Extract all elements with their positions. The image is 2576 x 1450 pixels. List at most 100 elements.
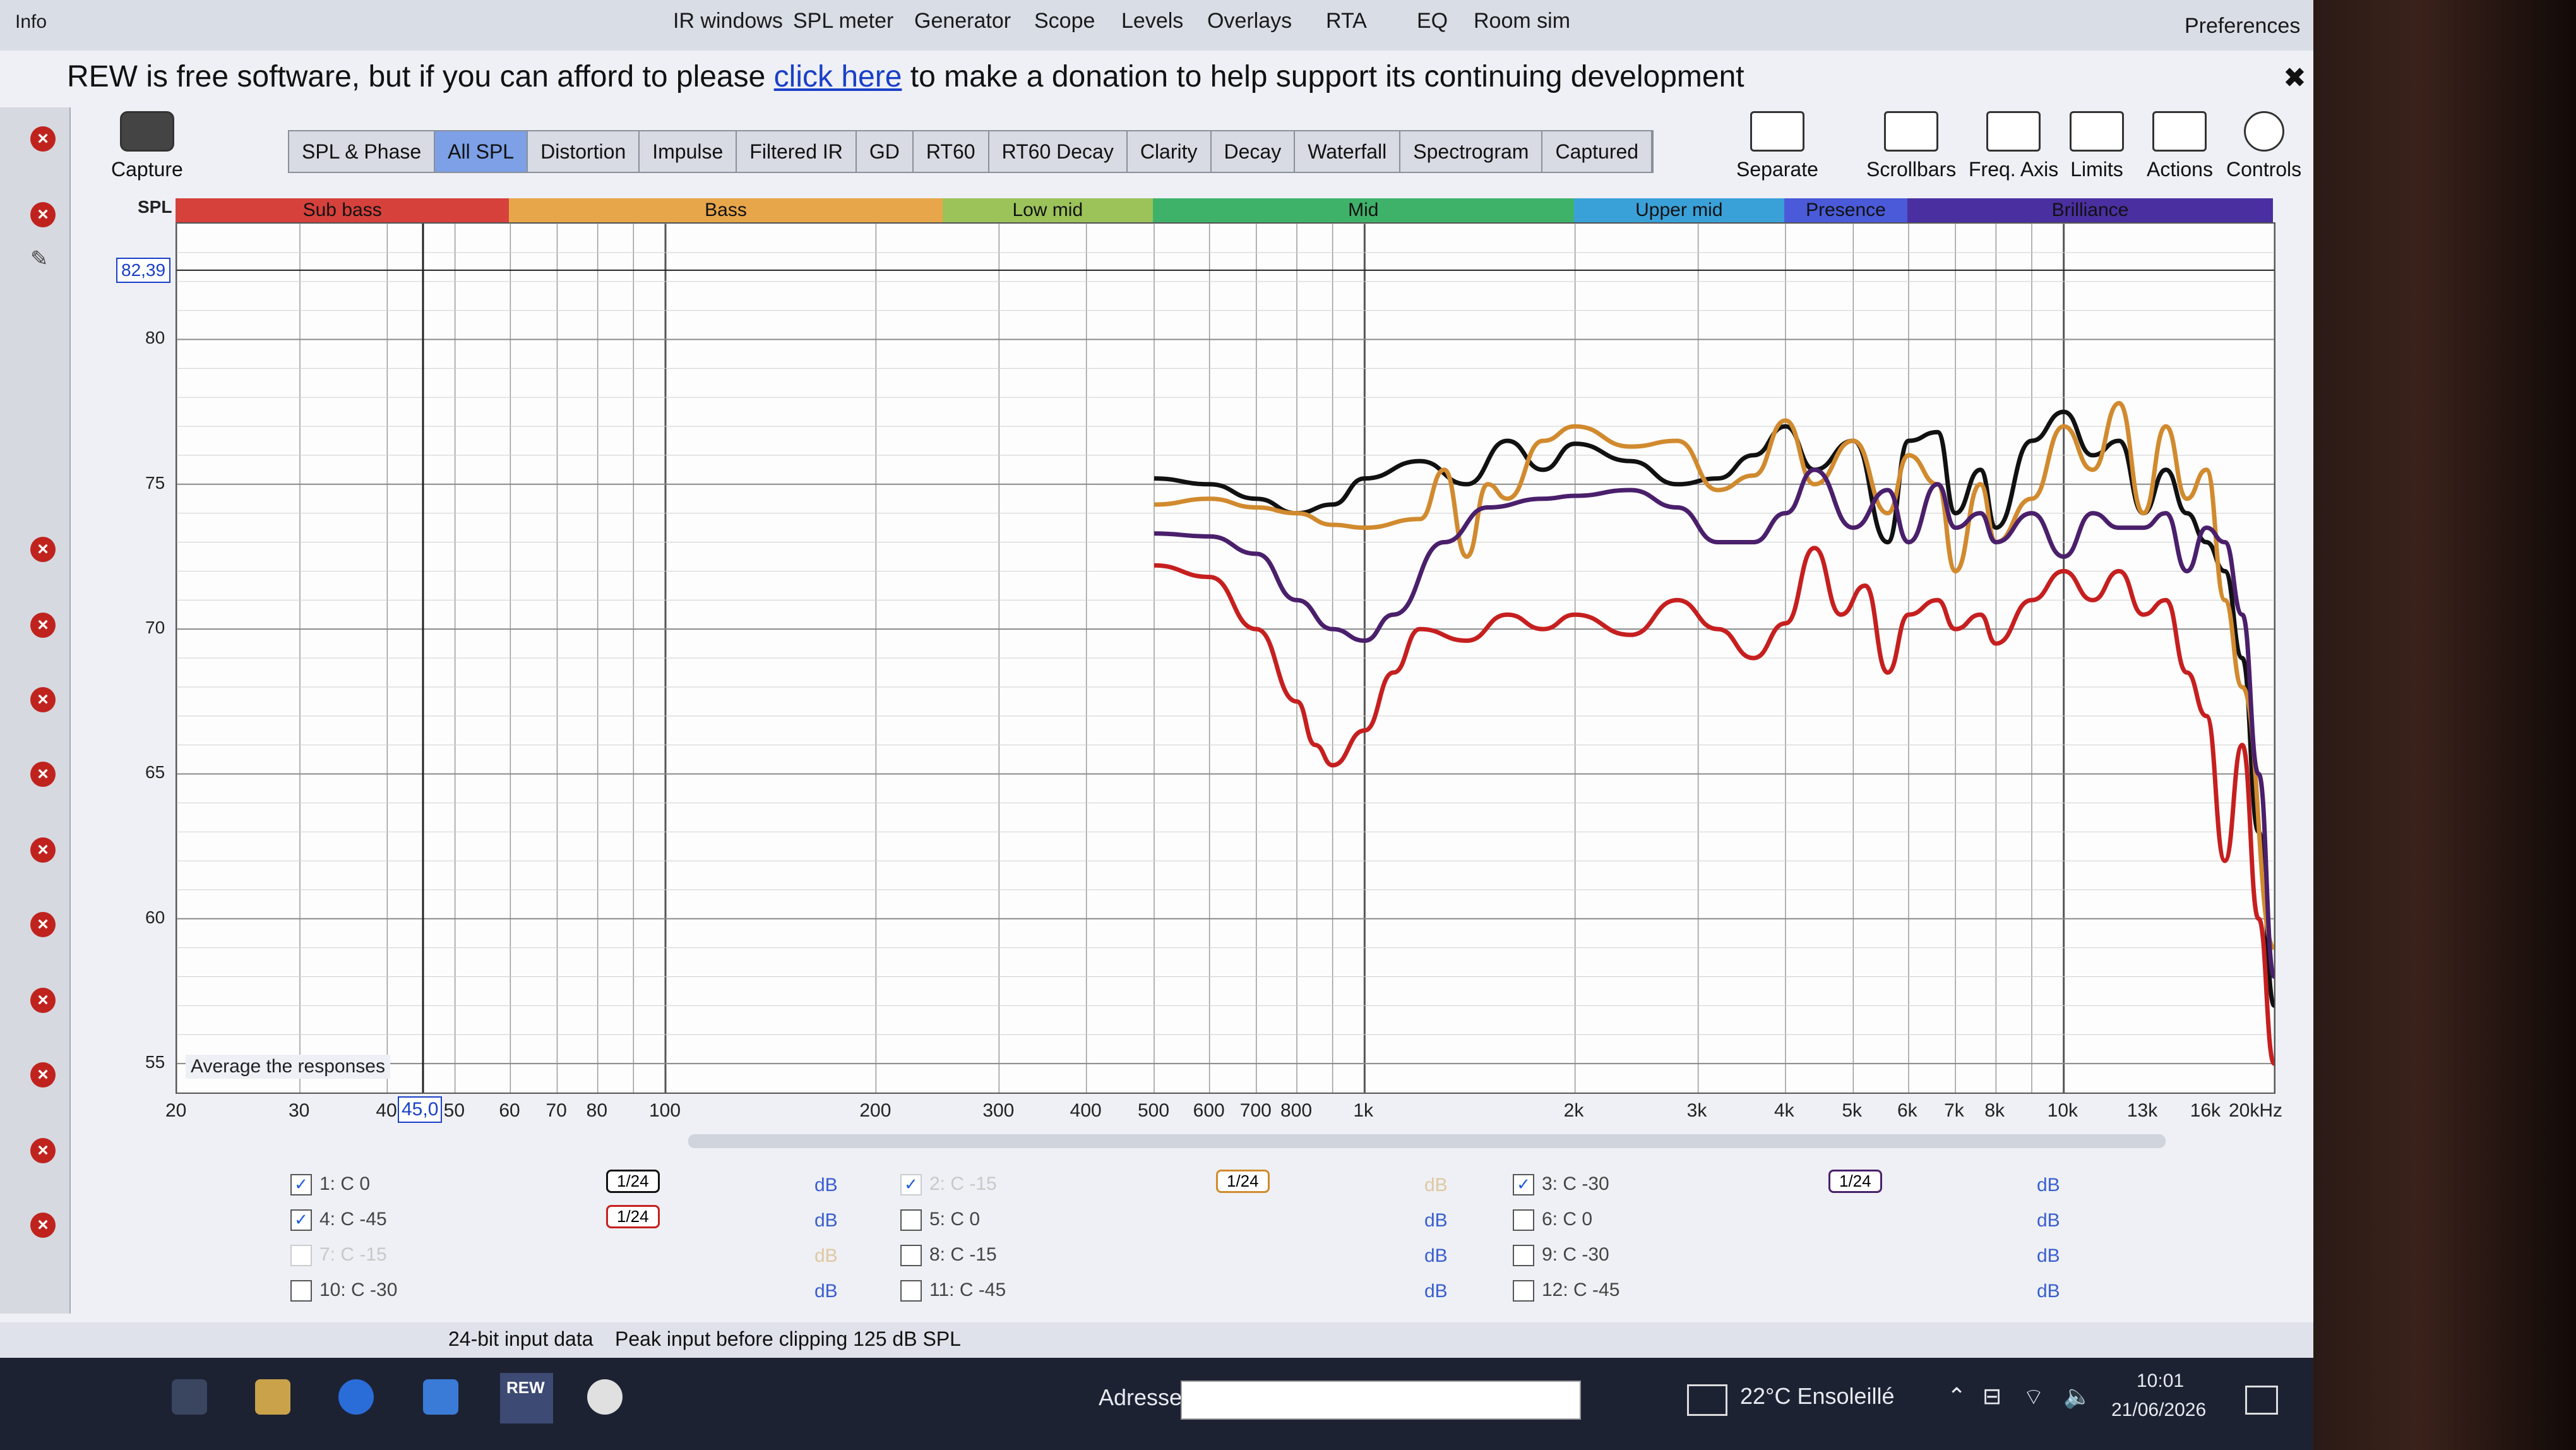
legend-measurement[interactable]: 11: C -45 [900, 1279, 1006, 1302]
legend-checkbox[interactable] [1513, 1209, 1534, 1231]
tab-rt60[interactable]: RT60 [914, 131, 989, 172]
legend-measurement[interactable]: 5: C 0 [900, 1209, 980, 1231]
menu-levels[interactable]: Levels [1121, 9, 1183, 33]
menu-room-sim[interactable]: Room sim [1474, 9, 1570, 33]
legend-measurement[interactable]: 12: C -45 [1513, 1279, 1619, 1302]
horizontal-scrollbar[interactable] [688, 1134, 2166, 1148]
legend-checkbox[interactable]: ✓ [290, 1209, 312, 1231]
tab-distortion[interactable]: Distortion [528, 131, 640, 172]
close-measurement-icon[interactable]: × [30, 537, 56, 562]
smoothing-badge[interactable]: 1/24 [606, 1170, 660, 1193]
pencil-icon[interactable]: ✎ [30, 246, 49, 272]
legend-measurement[interactable]: ✓ 2: C -15 [900, 1173, 997, 1196]
legend-measurement[interactable]: 9: C -30 [1513, 1244, 1609, 1267]
menu-scope[interactable]: Scope [1034, 9, 1095, 33]
close-measurement-icon[interactable]: × [30, 1062, 56, 1088]
tab-spectrogram[interactable]: Spectrogram [1400, 131, 1543, 172]
legend-checkbox[interactable] [290, 1280, 312, 1302]
smoothing-badge[interactable]: 1/24 [606, 1205, 660, 1228]
close-banner-button[interactable]: ✖ [2283, 62, 2306, 94]
calculator-icon[interactable] [423, 1379, 458, 1415]
actions-tool[interactable]: Actions [2147, 111, 2213, 181]
legend-checkbox[interactable] [290, 1245, 312, 1267]
tab-captured[interactable]: Captured [1542, 131, 1653, 172]
tab-clarity[interactable]: Clarity [1128, 131, 1212, 172]
legend-checkbox[interactable] [1513, 1280, 1534, 1302]
close-measurement-icon[interactable]: × [30, 837, 56, 863]
legend-measurement[interactable]: 10: C -30 [290, 1279, 397, 1302]
legend-measurement[interactable]: 7: C -15 [290, 1244, 387, 1267]
limits-tool[interactable]: Limits [2070, 111, 2124, 181]
capture-tool[interactable]: Capture [111, 111, 183, 181]
legend-measurement[interactable]: ✓ 4: C -45 [290, 1209, 387, 1231]
menu-overlays[interactable]: Overlays [1207, 9, 1292, 33]
legend-measurement[interactable]: 6: C 0 [1513, 1209, 1592, 1231]
x-tick-label: 3k [1686, 1100, 1707, 1121]
edge-icon[interactable] [338, 1379, 374, 1415]
menu-info[interactable]: Info [15, 11, 47, 33]
controls-tool[interactable]: Controls [2226, 111, 2301, 181]
separate-tool[interactable]: Separate [1736, 111, 1818, 181]
address-input[interactable] [1181, 1381, 1581, 1420]
tab-spl-phase[interactable]: SPL & Phase [289, 131, 436, 172]
task-view-icon[interactable] [172, 1379, 207, 1415]
weather-text[interactable]: 22°C Ensoleillé [1740, 1383, 1895, 1410]
menu-rta[interactable]: RTA [1326, 9, 1367, 33]
smoothing-badge[interactable]: 1/24 [1828, 1170, 1882, 1193]
freq-axis-tool[interactable]: Freq. Axis [1969, 111, 2058, 181]
close-measurement-icon[interactable]: × [30, 126, 56, 152]
legend-checkbox[interactable]: ✓ [1513, 1174, 1534, 1196]
tab-all-spl[interactable]: All SPL [435, 131, 528, 172]
tab-waterfall[interactable]: Waterfall [1295, 131, 1401, 172]
wifi-icon[interactable]: ⌔ [2023, 1383, 2044, 1411]
cursor-y-readout: 82,39 [116, 258, 171, 283]
close-measurement-icon[interactable]: × [30, 762, 56, 787]
spl-plot[interactable] [176, 222, 2275, 1094]
tab-impulse[interactable]: Impulse [640, 131, 737, 172]
tab-rt60-decay[interactable]: RT60 Decay [989, 131, 1128, 172]
average-responses-label: Average the responses [186, 1055, 390, 1079]
notification-icon[interactable] [2245, 1386, 2278, 1415]
app-circle-icon[interactable] [587, 1379, 623, 1415]
spl-curve-2 [1154, 467, 2274, 980]
legend-db-label: dB [814, 1210, 838, 1231]
legend-checkbox[interactable] [900, 1280, 922, 1302]
tray-chevron-icon[interactable]: ⌃ [1947, 1383, 1966, 1410]
menu-preferences[interactable]: Preferences [2185, 14, 2300, 39]
close-measurement-icon[interactable]: × [30, 1138, 56, 1163]
network-icon[interactable]: ⊟ [1983, 1383, 2001, 1410]
menu-eq[interactable]: EQ [1417, 9, 1448, 33]
legend-checkbox[interactable] [900, 1209, 922, 1231]
y-axis-title: SPL [138, 197, 172, 217]
tab-filtered-ir[interactable]: Filtered IR [737, 131, 857, 172]
clock-date[interactable]: 21/06/2026 [2111, 1399, 2206, 1421]
close-measurement-icon[interactable]: × [30, 1213, 56, 1238]
close-measurement-icon[interactable]: × [30, 912, 56, 937]
tab-gd[interactable]: GD [857, 131, 914, 172]
donation-link[interactable]: click here [774, 60, 902, 93]
legend-checkbox[interactable]: ✓ [900, 1174, 922, 1196]
legend-checkbox[interactable]: ✓ [290, 1174, 312, 1196]
scrollbars-tool[interactable]: Scrollbars [1866, 111, 1956, 181]
close-measurement-icon[interactable]: × [30, 687, 56, 712]
close-measurement-icon[interactable]: × [30, 988, 56, 1013]
legend-measurement[interactable]: ✓ 1: C 0 [290, 1173, 370, 1196]
legend-checkbox[interactable] [1513, 1245, 1534, 1267]
x-tick-label: 6k [1897, 1100, 1917, 1121]
legend-measurement[interactable]: ✓ 3: C -30 [1513, 1173, 1609, 1196]
close-measurement-icon[interactable]: × [30, 613, 56, 638]
volume-icon[interactable]: 🔈 [2063, 1383, 2092, 1410]
tab-decay[interactable]: Decay [1212, 131, 1296, 172]
menu-generator[interactable]: Generator [914, 9, 1011, 33]
close-measurement-icon[interactable]: × [30, 202, 56, 227]
legend-checkbox[interactable] [900, 1245, 922, 1267]
menu-spl-meter[interactable]: SPL meter [793, 9, 893, 33]
legend-measurement[interactable]: 8: C -15 [900, 1244, 997, 1267]
rew-taskbar-button[interactable]: REW [500, 1373, 553, 1423]
smoothing-badge[interactable]: 1/24 [1216, 1170, 1270, 1193]
menu-ir-windows[interactable]: IR windows [673, 9, 783, 33]
x-tick-label: 50 [443, 1100, 465, 1121]
file-explorer-icon[interactable] [255, 1379, 290, 1415]
clock-time[interactable]: 10:01 [2137, 1370, 2184, 1392]
measurement-strip: × × ✎ × × × × × × × × × × [0, 107, 71, 1314]
